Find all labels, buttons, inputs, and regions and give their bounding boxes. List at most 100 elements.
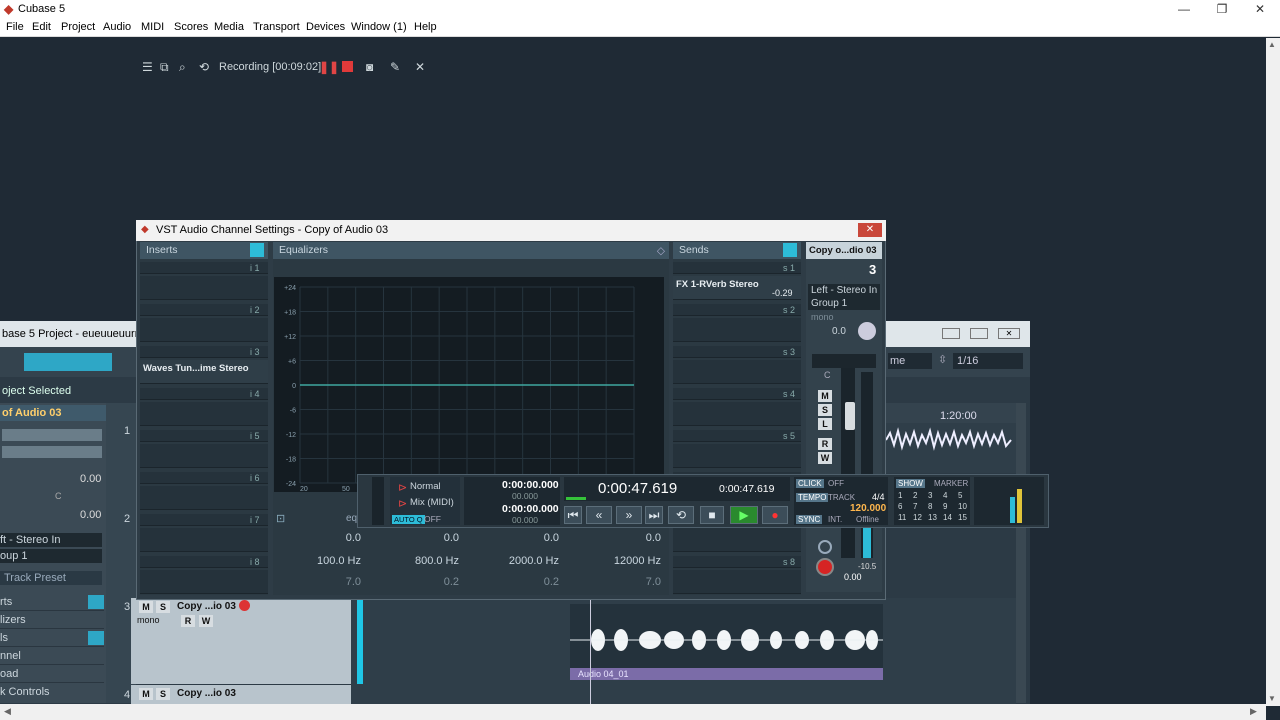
menu-devices[interactable]: Devices: [306, 21, 345, 33]
solo-button[interactable]: S: [156, 688, 170, 700]
gain-knob[interactable]: [858, 322, 876, 340]
input-gain[interactable]: 0.0: [832, 326, 846, 337]
marker-button[interactable]: 3: [928, 491, 932, 500]
secondary-time-display[interactable]: 0:00:47.619: [719, 483, 774, 495]
monitor-button[interactable]: [818, 540, 832, 554]
main-horizontal-scrollbar[interactable]: ◀ ▶: [0, 704, 1266, 720]
windows-icon[interactable]: ⧉: [160, 60, 169, 74]
project-maximize-button[interactable]: [970, 328, 988, 339]
eq-band2-freq[interactable]: 800.0 Hz: [391, 555, 459, 567]
send-slot[interactable]: s 3 ▸: [673, 346, 801, 386]
send-fx-name[interactable]: FX 1-RVerb Stereo: [676, 279, 759, 290]
eq-band4-freq[interactable]: 12000 Hz: [591, 555, 661, 567]
vst-close-button[interactable]: ✕: [858, 223, 882, 237]
send-level[interactable]: -0.29: [772, 288, 793, 298]
insert-plugin-name[interactable]: Waves Tun...ime Stereo: [143, 363, 249, 374]
left-locator[interactable]: 0:00:00.000: [502, 479, 559, 491]
arrange-area-top[interactable]: [886, 423, 1016, 473]
menu-media[interactable]: Media: [214, 21, 244, 33]
insert-slot[interactable]: i 2 ▸: [140, 304, 268, 344]
menu-audio[interactable]: Audio: [103, 21, 131, 33]
close-button[interactable]: ✕: [1241, 0, 1279, 19]
inspector-buttons[interactable]: [2, 429, 102, 441]
main-vertical-scrollbar[interactable]: ▲ ▼: [1266, 38, 1280, 706]
marker-button[interactable]: 4: [943, 491, 947, 500]
eq-band4-q[interactable]: 7.0: [633, 576, 661, 588]
marker-button[interactable]: 12: [913, 513, 922, 522]
solo-button[interactable]: S: [156, 601, 170, 613]
inspector-section-load[interactable]: oad: [0, 665, 104, 683]
marker-button[interactable]: 14: [943, 513, 952, 522]
tempo-value[interactable]: 120.000: [850, 503, 886, 514]
mute-button[interactable]: M: [139, 601, 153, 613]
eq-graph[interactable]: +24 +18 +12 +6 0 -6 -12 -18 -24 20 50: [274, 277, 664, 493]
track-name[interactable]: Copy ...io 03: [177, 601, 236, 612]
eq-band4-gain[interactable]: 0.0: [633, 532, 661, 544]
mute-button[interactable]: M: [139, 688, 153, 700]
camera-icon[interactable]: ◙: [366, 60, 373, 74]
send-slot[interactable]: s 8 ▸: [673, 556, 801, 596]
pan-slider[interactable]: [812, 354, 876, 368]
sync-label[interactable]: SYNC: [796, 515, 823, 524]
channel-name[interactable]: Copy o...dio 03: [806, 242, 882, 259]
record-mode[interactable]: Normal: [410, 481, 441, 492]
menu-project[interactable]: Project: [61, 21, 95, 33]
scroll-up-icon[interactable]: ▲: [1268, 40, 1276, 49]
marker-button[interactable]: 10: [958, 502, 967, 511]
menu-file[interactable]: File: [6, 21, 24, 33]
stop-button[interactable]: ■: [700, 506, 724, 524]
eq-display[interactable]: +24 +18 +12 +6 0 -6 -12 -18 -24 20 50: [274, 277, 664, 493]
cycle-button[interactable]: ⟲: [668, 506, 694, 524]
project-close-button[interactable]: ✕: [998, 328, 1020, 339]
volume-fader[interactable]: [841, 368, 855, 558]
marker-button[interactable]: 7: [913, 502, 917, 511]
inserts-toggle[interactable]: [88, 595, 104, 609]
strip-listen-button[interactable]: L: [818, 418, 832, 430]
menu-midi[interactable]: MIDI: [141, 21, 164, 33]
record-enable-icon[interactable]: [239, 600, 250, 611]
eq-power-icon[interactable]: ⊡: [276, 512, 285, 525]
position-bar[interactable]: [566, 497, 586, 500]
project-minimize-button[interactable]: [942, 328, 960, 339]
marker-button[interactable]: 6: [898, 502, 902, 511]
record-enable-button[interactable]: [816, 558, 834, 576]
time-ruler[interactable]: 1:20:00: [886, 403, 1016, 423]
strip-mute-button[interactable]: M: [818, 390, 832, 402]
send-slot[interactable]: s 4 ▸: [673, 388, 801, 428]
scroll-down-icon[interactable]: ▼: [1268, 694, 1276, 703]
go-to-end-button[interactable]: ⏭: [645, 506, 663, 524]
audio-event[interactable]: Audio 04_01: [570, 604, 883, 680]
marker-button[interactable]: 15: [958, 513, 967, 522]
eq-band2-gain[interactable]: 0.0: [431, 532, 459, 544]
eq-band3-gain[interactable]: 0.0: [531, 532, 559, 544]
mix-mode[interactable]: Mix (MIDI): [410, 497, 454, 508]
insert-slot[interactable]: i 7 ▸: [140, 514, 268, 554]
tool-buttons-group[interactable]: [24, 353, 112, 371]
marker-button[interactable]: 13: [928, 513, 937, 522]
eq-band1-gain[interactable]: 0.0: [333, 532, 361, 544]
eq-band1-freq[interactable]: 100.0 Hz: [293, 555, 361, 567]
fader-handle[interactable]: [845, 402, 855, 430]
write-button[interactable]: W: [199, 615, 213, 627]
right-locator[interactable]: 0:00:00.000: [502, 503, 559, 515]
main-time-display[interactable]: 0:00:47.619: [598, 480, 677, 497]
insert-slot[interactable]: i 5 ▸: [140, 430, 268, 470]
rewind-button[interactable]: «: [586, 506, 612, 524]
send-slot[interactable]: s 5 ▸: [673, 430, 801, 470]
menu-edit[interactable]: Edit: [32, 21, 51, 33]
insert-slot[interactable]: i 1 ▸: [140, 262, 268, 302]
inspector-pan[interactable]: C: [55, 491, 62, 501]
snap-icon[interactable]: ⇳: [938, 353, 950, 369]
inspector-volume-2[interactable]: 0.00: [80, 509, 101, 521]
menu-window[interactable]: Window (1): [351, 21, 407, 33]
eq-band2-q[interactable]: 0.2: [431, 576, 459, 588]
play-button[interactable]: ▶: [730, 506, 758, 524]
close-icon[interactable]: ✕: [415, 60, 425, 74]
arrange-area[interactable]: Audio 04_01: [351, 598, 1016, 704]
marker-button[interactable]: 11: [898, 513, 906, 522]
track-row-3[interactable]: M S Copy ...io 03 mono R W: [131, 598, 351, 684]
inspector-input[interactable]: ft - Stereo In: [0, 533, 102, 547]
menu-scores[interactable]: Scores: [174, 21, 208, 33]
insert-slot[interactable]: i 4 ▸: [140, 388, 268, 428]
inspector-volume[interactable]: 0.00: [80, 473, 101, 485]
